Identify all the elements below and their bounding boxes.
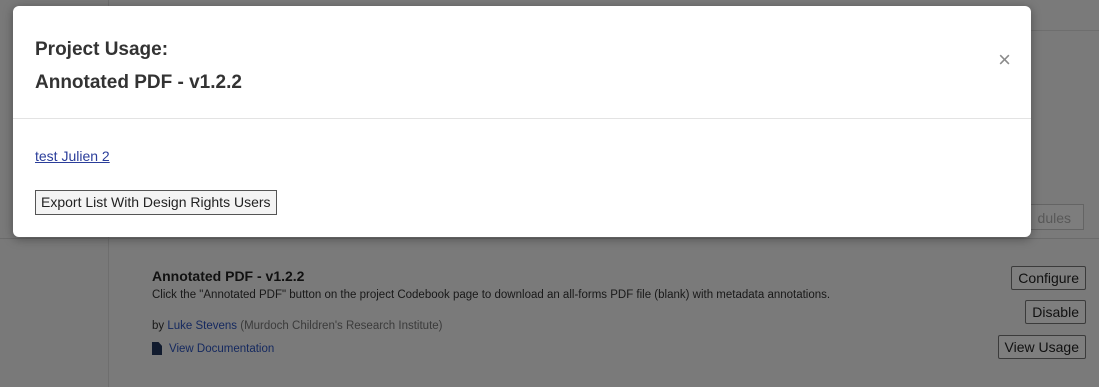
modal-title-line2: Annotated PDF - v1.2.2	[35, 72, 242, 93]
project-usage-modal: Project Usage: Annotated PDF - v1.2.2 × …	[13, 6, 1031, 237]
modal-title: Project Usage: Annotated PDF - v1.2.2	[35, 33, 242, 99]
modal-header: Project Usage: Annotated PDF - v1.2.2 ×	[13, 6, 1031, 119]
modal-title-line1: Project Usage:	[35, 39, 169, 60]
project-link[interactable]: test Julien 2	[35, 148, 110, 164]
close-icon[interactable]: ×	[998, 49, 1011, 71]
export-list-button[interactable]: Export List With Design Rights Users	[35, 190, 277, 215]
